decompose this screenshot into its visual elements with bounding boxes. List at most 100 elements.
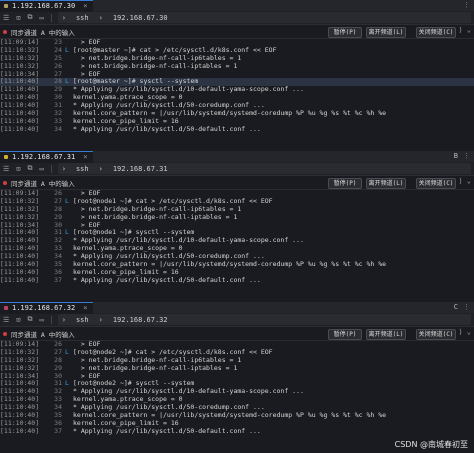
address-bar[interactable]: › ssh › 192.168.67.30	[57, 12, 471, 23]
line-marker	[65, 63, 73, 71]
terminal-line: [11:10:40] 29 * Applying /usr/lib/sysctl.d…	[0, 85, 474, 94]
line-marker	[65, 261, 73, 269]
line-marker	[65, 245, 73, 253]
new-session-icon[interactable]: ⊡	[16, 165, 20, 173]
host-address: 192.168.67.30	[112, 13, 168, 22]
line-marker	[65, 237, 73, 245]
line-marker	[65, 253, 73, 261]
more-icon[interactable]: ⋮	[463, 1, 470, 9]
pause-button[interactable]: 暂停(P)	[328, 27, 362, 38]
toolbar: ☰ ⊡ ⧉ ▭ › ssh › 192.168.67.32	[0, 313, 474, 327]
leave-channel-button[interactable]: 离开频道(L)	[366, 27, 406, 38]
terminal-line: [11:10:40] 32 * Applying /usr/lib/sysctl.d…	[0, 387, 474, 396]
terminal-line: [11:10:40] 37 * Applying /usr/lib/sysctl.d…	[0, 426, 474, 436]
line-text: * Applying /usr/lib/sysctl.d/50-default.…	[73, 124, 261, 133]
line-marker	[65, 404, 73, 412]
terminal-line: [11:10:40] 34 * Applying /usr/lib/sysctl.d…	[0, 124, 474, 134]
terminal-line: [11:10:32] 29 > net.bridge.bridge-nf-call…	[0, 213, 474, 222]
terminal-output[interactable]: [11:09:14] 23 > EOF [11:10:32] 24 L [root@mas…	[0, 38, 474, 134]
line-marker: L	[65, 196, 69, 205]
line-marker: L	[65, 228, 69, 237]
new-session-icon[interactable]: ⊡	[16, 14, 20, 22]
tab-label: 1.192.168.67.30	[12, 2, 76, 10]
tab-bar: 1.192.168.67.31 × B ⋮	[0, 151, 474, 163]
line-marker	[65, 388, 73, 396]
toolbar: ☰ ⊡ ⧉ ▭ › ssh › 192.168.67.31	[0, 162, 474, 176]
tab-label: 1.192.168.67.31	[12, 153, 76, 161]
copy-icon[interactable]: ⧉	[28, 13, 33, 22]
host-address: 192.168.67.32	[112, 315, 168, 324]
timestamp: [11:10:40]	[0, 275, 40, 284]
pause-button[interactable]: 暂停(P)	[328, 329, 362, 340]
line-marker: L	[65, 77, 69, 86]
terminal-line: [11:10:34] 30 > EOF	[0, 372, 474, 381]
expand-icon[interactable]: ⟩ ⌄	[458, 177, 471, 185]
chevron-right-icon: ›	[98, 315, 103, 324]
close-channel-button[interactable]: 关闭频道(C)	[416, 329, 456, 340]
line-marker	[65, 365, 73, 373]
copy-icon[interactable]: ⧉	[28, 164, 33, 173]
terminal-pane: 1.192.168.67.32 × C ⋮ ☰ ⊡ ⧉ ▭ › ssh › 19…	[0, 302, 474, 453]
record-icon	[3, 331, 7, 336]
sync-bar: 同步通道 A 中的输入 暂停(P) 离开频道(L) 关闭频道(C) ⟩ ⌄	[0, 176, 474, 190]
folder-icon[interactable]: ▭	[40, 14, 44, 22]
terminal-output[interactable]: [11:09:14] 26 > EOF [11:10:32] 27 L [root@nod…	[0, 340, 474, 436]
terminal-line: [11:10:40] 35 kernel.core_pattern = |/usr/…	[0, 260, 474, 269]
close-channel-button[interactable]: 关闭频道(C)	[416, 27, 456, 38]
host-address: 192.168.67.31	[112, 164, 168, 173]
watermark: CSDN @南城春初至	[394, 440, 468, 449]
close-icon[interactable]: ×	[83, 153, 87, 161]
menu-icon[interactable]: ☰	[3, 14, 9, 22]
divider	[50, 315, 52, 324]
close-icon[interactable]: ×	[83, 2, 87, 10]
folder-icon[interactable]: ▭	[40, 316, 44, 324]
address-bar[interactable]: › ssh › 192.168.67.32	[57, 314, 471, 325]
tab-color-dot	[4, 306, 8, 310]
menu-icon[interactable]: ☰	[3, 165, 9, 173]
more-icon[interactable]: ⋮	[463, 303, 470, 311]
pause-button[interactable]: 暂停(P)	[328, 178, 362, 189]
leave-channel-button[interactable]: 离开频道(L)	[366, 178, 406, 189]
terminal-line: [11:10:34] 27 > EOF	[0, 70, 474, 79]
close-channel-button[interactable]: 关闭频道(C)	[416, 178, 456, 189]
line-marker	[65, 269, 73, 277]
pane-letter: C	[453, 303, 458, 311]
line-marker	[65, 110, 73, 118]
record-icon	[3, 29, 7, 34]
terminal-line: [11:10:40] 32 kernel.core_pattern = |/usr/…	[0, 109, 474, 118]
terminal-output[interactable]: [11:09:14] 26 > EOF [11:10:32] 27 L [root@nod…	[0, 189, 474, 285]
sync-label: 同步通道 A 中的输入	[11, 330, 75, 339]
address-bar[interactable]: › ssh › 192.168.67.31	[57, 163, 471, 174]
expand-icon[interactable]: ⟩ ⌄	[458, 328, 471, 336]
divider	[50, 13, 52, 22]
line-marker	[65, 118, 73, 126]
tab-bar: 1.192.168.67.32 × C ⋮	[0, 302, 474, 314]
line-marker: L	[65, 45, 69, 54]
line-number: 37	[54, 275, 62, 284]
line-marker	[65, 55, 73, 63]
session-tab[interactable]: 1.192.168.67.31 ×	[0, 151, 94, 163]
session-tab[interactable]: 1.192.168.67.32 ×	[0, 302, 94, 314]
terminal-line: [11:10:32] 25 > net.bridge.bridge-nf-call…	[0, 54, 474, 63]
pane-letter: B	[453, 152, 458, 160]
protocol-label: ssh	[75, 315, 89, 324]
terminal-line: [11:10:40] 35 kernel.core_pattern = |/usr/…	[0, 411, 474, 420]
leave-channel-button[interactable]: 离开频道(L)	[366, 329, 406, 340]
more-icon[interactable]: ⋮	[463, 152, 470, 160]
sync-bar: 同步通道 A 中的输入 暂停(P) 离开频道(L) 关闭频道(C) ⟩ ⌄	[0, 327, 474, 341]
line-number: 37	[54, 426, 62, 435]
line-marker	[65, 420, 73, 428]
tab-bar: 1.192.168.67.30 × ⋮	[0, 0, 474, 12]
divider	[50, 164, 52, 173]
terminal-pane: 1.192.168.67.31 × B ⋮ ☰ ⊡ ⧉ ▭ › ssh › 19…	[0, 151, 474, 302]
new-session-icon[interactable]: ⊡	[16, 316, 20, 324]
session-tab[interactable]: 1.192.168.67.30 ×	[0, 0, 94, 12]
chevron-right-icon: ›	[98, 164, 103, 173]
expand-icon[interactable]: ⟩ ⌄	[458, 26, 471, 34]
menu-icon[interactable]: ☰	[3, 316, 9, 324]
line-number: 34	[54, 124, 62, 133]
folder-icon[interactable]: ▭	[40, 165, 44, 173]
close-icon[interactable]: ×	[83, 304, 87, 312]
copy-icon[interactable]: ⧉	[28, 315, 33, 324]
terminal-line: [11:10:32] 26 > net.bridge.bridge-nf-call…	[0, 62, 474, 71]
